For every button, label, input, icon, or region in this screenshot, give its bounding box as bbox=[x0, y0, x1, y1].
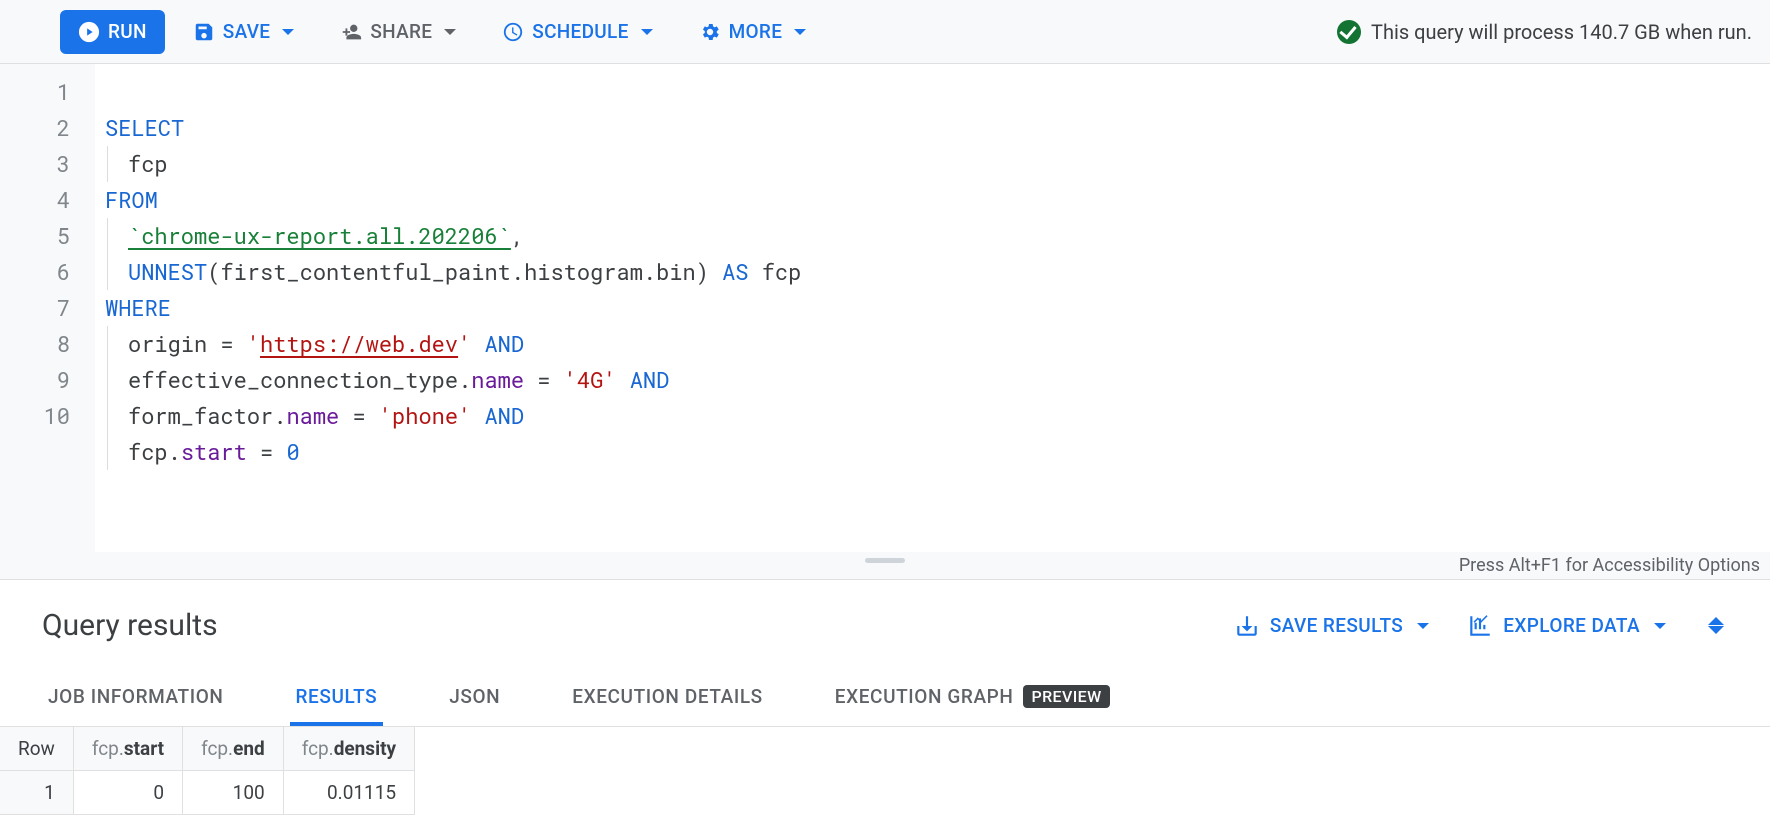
save-icon bbox=[193, 21, 215, 43]
schedule-label: SCHEDULE bbox=[532, 20, 628, 43]
more-button[interactable]: MORE bbox=[681, 10, 825, 54]
check-circle-icon bbox=[1337, 20, 1361, 44]
chevron-down-icon bbox=[1417, 623, 1429, 629]
results-header: Query results SAVE RESULTS EXPLORE DATA bbox=[0, 580, 1770, 671]
tab-json[interactable]: JSON bbox=[443, 671, 506, 726]
sql-editor[interactable]: 1 2 3 4 5 6 7 8 9 10 SELECT fcp FROM `ch… bbox=[0, 64, 1770, 552]
more-label: MORE bbox=[729, 20, 783, 43]
gear-icon bbox=[699, 21, 721, 43]
explore-data-label: EXPLORE DATA bbox=[1503, 614, 1640, 637]
chevron-down-icon bbox=[1654, 623, 1666, 629]
person-add-icon bbox=[340, 21, 362, 43]
query-status: This query will process 140.7 GB when ru… bbox=[1337, 20, 1752, 44]
save-results-label: SAVE RESULTS bbox=[1270, 614, 1403, 637]
play-icon bbox=[78, 21, 100, 43]
tab-execution-graph[interactable]: EXECUTION GRAPH PREVIEW bbox=[829, 671, 1116, 726]
chevron-down-icon bbox=[444, 29, 456, 35]
code-area[interactable]: SELECT fcp FROM `chrome-ux-report.all.20… bbox=[94, 64, 1770, 552]
toolbar: RUN SAVE SHARE SCHEDULE MORE This query … bbox=[0, 0, 1770, 64]
tab-execution-details[interactable]: EXECUTION DETAILS bbox=[566, 671, 769, 726]
download-icon bbox=[1234, 613, 1260, 639]
clock-icon bbox=[502, 21, 524, 43]
col-fcp-density[interactable]: fcp.density bbox=[283, 727, 414, 771]
expand-collapse-button[interactable] bbox=[1704, 617, 1728, 634]
cell-end: 100 bbox=[183, 771, 284, 815]
share-label: SHARE bbox=[370, 20, 432, 43]
accessibility-hint: Press Alt+F1 for Accessibility Options bbox=[1459, 555, 1760, 576]
table-row[interactable]: 1 0 100 0.01115 bbox=[0, 771, 415, 815]
drag-handle[interactable] bbox=[865, 558, 905, 563]
save-button[interactable]: SAVE bbox=[175, 10, 313, 54]
run-label: RUN bbox=[108, 20, 147, 43]
results-table: Row fcp.start fcp.end fcp.density 1 0 10… bbox=[0, 727, 415, 815]
results-title: Query results bbox=[42, 608, 218, 643]
chart-icon bbox=[1467, 613, 1493, 639]
cell-row-num: 1 bbox=[0, 771, 73, 815]
cell-density: 0.01115 bbox=[283, 771, 414, 815]
preview-badge: PREVIEW bbox=[1023, 685, 1109, 708]
chevron-down-icon bbox=[794, 29, 806, 35]
chevron-up-icon bbox=[1708, 617, 1724, 625]
col-row[interactable]: Row bbox=[0, 727, 73, 771]
chevron-down-icon bbox=[641, 29, 653, 35]
save-label: SAVE bbox=[223, 20, 271, 43]
col-fcp-start[interactable]: fcp.start bbox=[73, 727, 182, 771]
chevron-down-icon bbox=[282, 29, 294, 35]
editor-footer: Press Alt+F1 for Accessibility Options bbox=[0, 552, 1770, 580]
schedule-button[interactable]: SCHEDULE bbox=[484, 10, 670, 54]
line-gutter: 1 2 3 4 5 6 7 8 9 10 bbox=[0, 64, 94, 552]
chevron-down-icon bbox=[1708, 626, 1724, 634]
save-results-button[interactable]: SAVE RESULTS bbox=[1234, 613, 1429, 639]
tab-job-information[interactable]: JOB INFORMATION bbox=[42, 671, 230, 726]
col-fcp-end[interactable]: fcp.end bbox=[183, 727, 284, 771]
run-button[interactable]: RUN bbox=[60, 10, 165, 54]
results-tabs: JOB INFORMATION RESULTS JSON EXECUTION D… bbox=[0, 671, 1770, 727]
tab-execution-graph-label: EXECUTION GRAPH bbox=[835, 685, 1014, 708]
cell-start: 0 bbox=[73, 771, 182, 815]
table-header-row: Row fcp.start fcp.end fcp.density bbox=[0, 727, 415, 771]
tab-results[interactable]: RESULTS bbox=[290, 671, 384, 726]
explore-data-button[interactable]: EXPLORE DATA bbox=[1467, 613, 1666, 639]
status-text: This query will process 140.7 GB when ru… bbox=[1371, 20, 1752, 44]
share-button[interactable]: SHARE bbox=[322, 10, 474, 54]
